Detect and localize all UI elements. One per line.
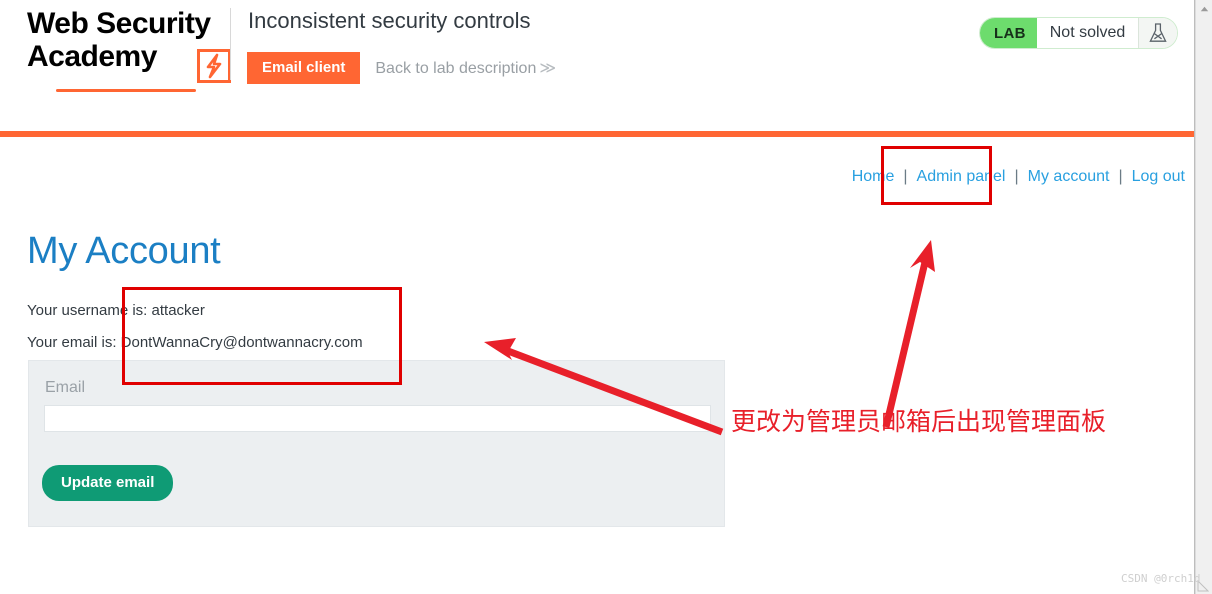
sidebar-item-home[interactable]: Home — [852, 168, 895, 186]
email-line: Your email is: DontWannaCry@dontwannacry… — [27, 334, 363, 351]
email-field-label: Email — [45, 379, 86, 396]
lab-status-tag: LAB — [980, 18, 1037, 48]
back-to-lab-description-link[interactable]: Back to lab description ≫ — [375, 58, 556, 78]
logo-line-2: Academy — [27, 40, 157, 73]
account-info: Your username is: attacker Your email is… — [27, 295, 363, 359]
sidebar-item-my-account[interactable]: My account — [1028, 168, 1110, 186]
email-field[interactable] — [44, 405, 711, 432]
nav-separator: | — [1014, 168, 1019, 185]
sidebar-item-log-out[interactable]: Log out — [1132, 168, 1185, 186]
logo-line-1: Web Security — [27, 7, 211, 40]
lightning-bolt-icon — [197, 49, 231, 83]
update-email-form: Email Update email — [28, 360, 725, 527]
header-divider — [230, 8, 231, 80]
username-line: Your username is: attacker — [27, 302, 205, 319]
page-title: My Account — [27, 230, 221, 272]
annotation-note-text: 更改为管理员邮箱后出现管理面板 — [731, 407, 1107, 436]
arrow-up-right-icon — [882, 240, 935, 428]
email-client-button[interactable]: Email client — [247, 52, 361, 84]
lab-status-widget: LAB Not solved — [979, 17, 1179, 49]
browser-viewport: Web Security Academy Inconsistent securit… — [0, 0, 1212, 594]
update-email-button[interactable]: Update email — [42, 465, 174, 501]
flask-not-solved-icon[interactable] — [1138, 18, 1178, 48]
sidebar-item-admin-panel[interactable]: Admin panel — [917, 168, 1006, 186]
scroll-up-arrow-icon[interactable] — [1196, 0, 1212, 17]
site-nav: Home | Admin panel | My account | Log ou… — [852, 168, 1185, 186]
logo-underline — [56, 89, 196, 92]
web-security-academy-logo[interactable]: Web Security Academy — [27, 7, 231, 92]
header-accent-rule — [0, 131, 1195, 137]
back-to-lab-label: Back to lab description — [375, 60, 537, 77]
lab-header: Web Security Academy Inconsistent securit… — [0, 0, 1195, 131]
lab-title: Inconsistent security controls — [248, 8, 531, 33]
lab-actions: Email client Back to lab description ≫ — [247, 52, 556, 84]
vertical-scrollbar[interactable] — [1195, 0, 1212, 594]
lab-status-state: Not solved — [1036, 18, 1139, 48]
watermark: CSDN @0rch1d — [1121, 572, 1201, 585]
chevron-right-double-icon: ≫ — [539, 60, 557, 77]
nav-separator: | — [903, 168, 908, 185]
nav-separator: | — [1118, 168, 1123, 185]
